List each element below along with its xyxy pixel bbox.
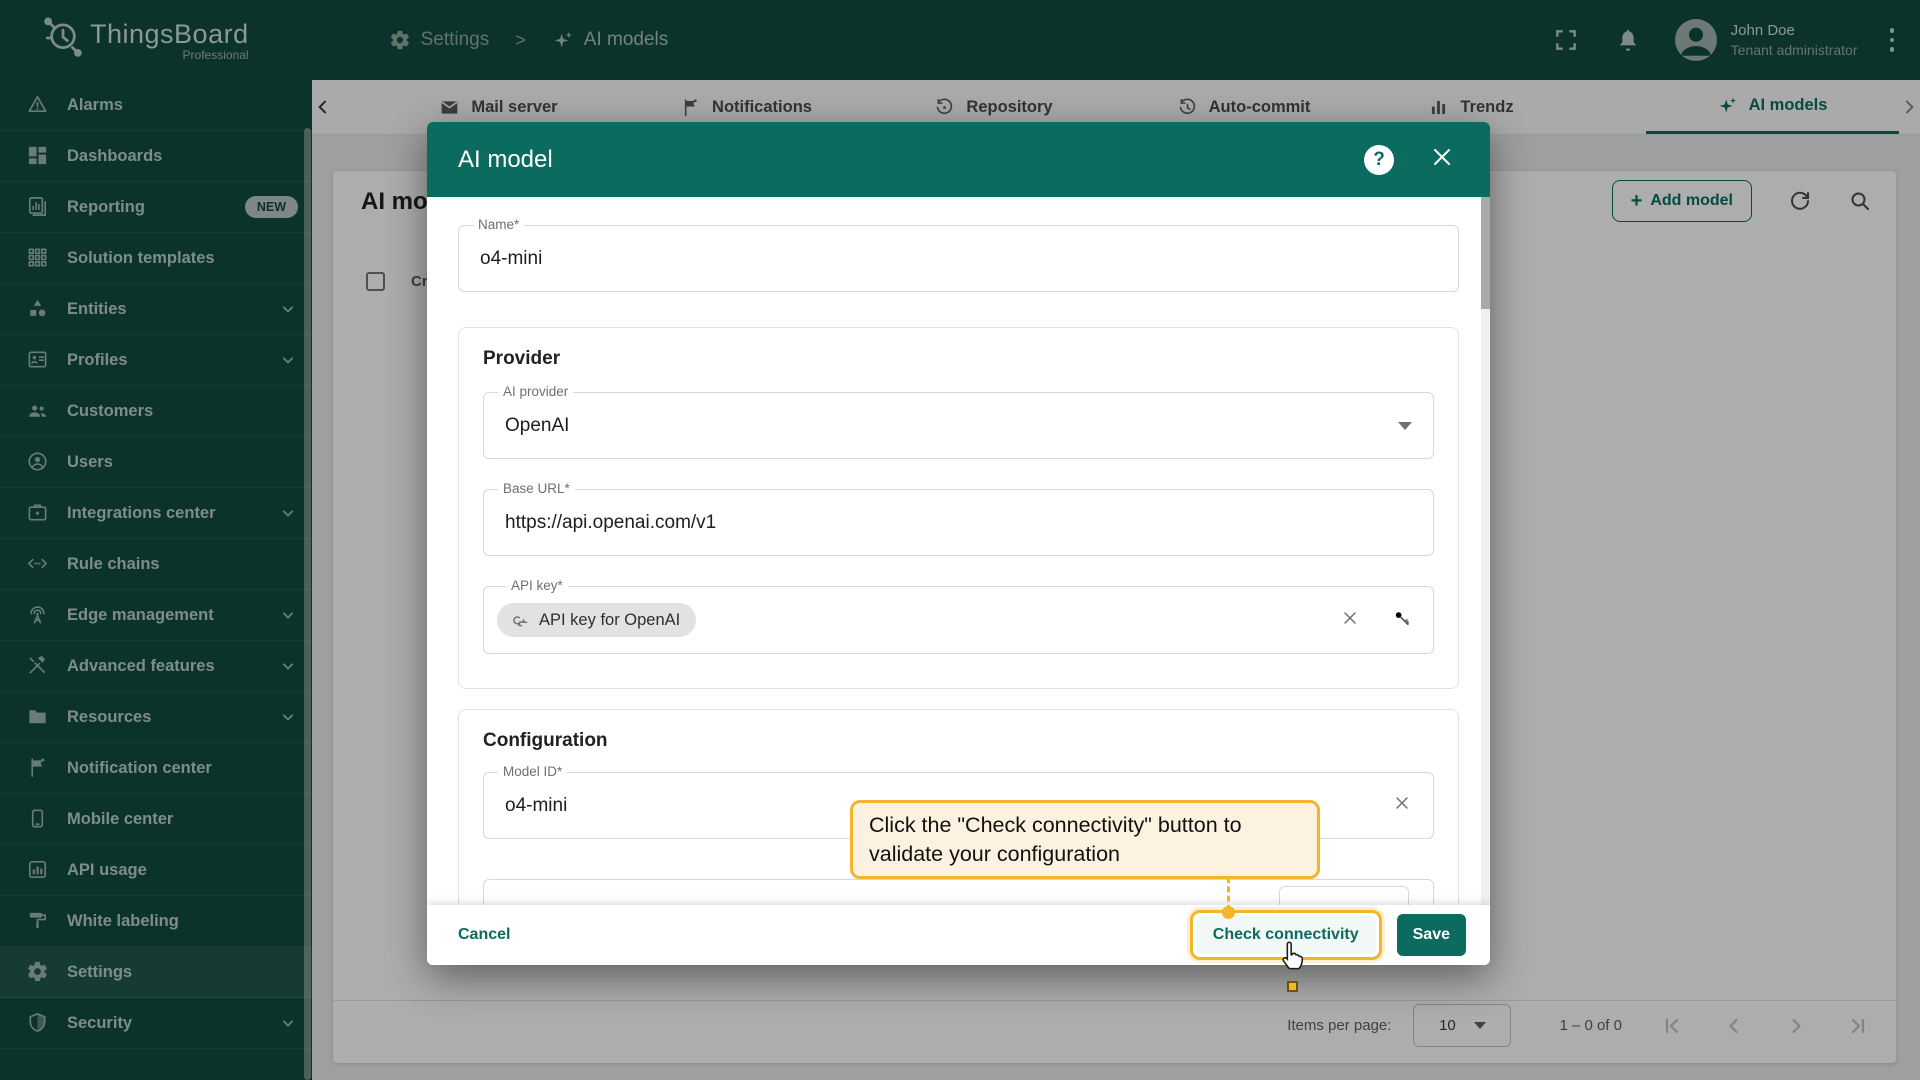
dialog-scrollbar-thumb[interactable] (1481, 197, 1490, 309)
name-field-label: Name* (473, 217, 524, 232)
dialog-title: AI model (458, 146, 553, 174)
tooltip-connector-dot (1222, 906, 1235, 919)
ai-provider-select[interactable]: AI provider OpenAI (483, 392, 1434, 459)
thingsboard-app: ThingsBoard Professional Settings > AI m… (0, 0, 1920, 1080)
base-url-value: https://api.openai.com/v1 (505, 512, 716, 534)
dropdown-arrow-icon (1398, 422, 1412, 430)
cancel-button[interactable]: Cancel (458, 926, 510, 944)
api-key-field[interactable]: API key* API key for OpenAI (483, 586, 1434, 654)
tutorial-tooltip: Click the "Check connectivity" button to… (850, 800, 1320, 879)
provider-heading: Provider (483, 348, 1434, 370)
help-icon[interactable]: ? (1364, 145, 1394, 175)
api-key-chip[interactable]: API key for OpenAI (497, 603, 696, 637)
provider-section: Provider AI provider OpenAI Base URL* ht… (458, 327, 1459, 689)
clear-icon[interactable] (1340, 608, 1360, 633)
close-icon[interactable] (1430, 145, 1454, 174)
dialog-scrollbar[interactable] (1481, 197, 1490, 905)
cursor-loading-square (1287, 981, 1298, 992)
dialog-header: AI model ? (427, 122, 1490, 197)
save-button[interactable]: Save (1397, 914, 1466, 956)
key-icon (509, 610, 529, 630)
dialog-footer: Cancel Check connectivity Save (427, 905, 1490, 965)
model-id-value: o4-mini (505, 795, 567, 817)
ai-provider-value: OpenAI (505, 415, 569, 437)
name-field-value: o4-mini (480, 248, 542, 270)
mouse-pointer-icon (1276, 938, 1310, 981)
key-visibility-icon[interactable] (1392, 608, 1412, 633)
clear-icon[interactable] (1392, 793, 1412, 818)
base-url-field[interactable]: Base URL* https://api.openai.com/v1 (483, 489, 1434, 556)
configuration-heading: Configuration (483, 730, 1434, 752)
name-field[interactable]: Name* o4-mini (458, 225, 1459, 292)
